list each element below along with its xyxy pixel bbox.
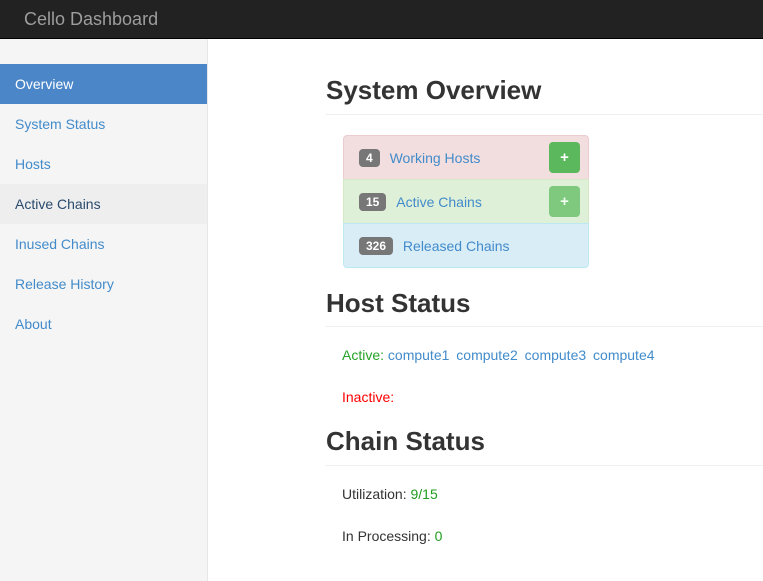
host-inactive-label: Inactive: xyxy=(342,389,395,406)
sidebar-item-active-chains[interactable]: Active Chains xyxy=(0,184,207,224)
sidebar-link-active-chains[interactable]: Active Chains xyxy=(0,184,207,224)
sidebar-item-hosts[interactable]: Hosts xyxy=(0,144,207,184)
sidebar: Overview System Status Hosts Active Chai… xyxy=(0,39,208,581)
sidebar-link-system-status[interactable]: System Status xyxy=(0,104,207,144)
list-item-active-chains[interactable]: 15 Active Chains + xyxy=(343,178,589,224)
host-active-label: Active: xyxy=(342,347,385,364)
sidebar-link-release-history[interactable]: Release History xyxy=(0,264,207,304)
system-overview-list: 4 Working Hosts + 15 Active Chains + 326… xyxy=(342,134,590,269)
chain-utilization-value: 9/15 xyxy=(410,485,438,502)
released-chains-badge: 326 xyxy=(359,236,394,255)
chain-status-header: Chain Status xyxy=(326,427,763,466)
content-inner: System Overview 4 Working Hosts + 15 Act… xyxy=(208,39,763,566)
active-chains-label[interactable]: Active Chains xyxy=(396,193,482,209)
working-hosts-label[interactable]: Working Hosts xyxy=(390,149,481,165)
system-overview-title: System Overview xyxy=(326,75,542,105)
sidebar-item-about[interactable]: About xyxy=(0,304,207,344)
chain-status-title: Chain Status xyxy=(326,426,485,457)
add-chain-button[interactable]: + xyxy=(549,185,580,217)
sidebar-item-inused-chains[interactable]: Inused Chains xyxy=(0,224,207,264)
host-link-compute2[interactable]: compute2 xyxy=(456,347,517,363)
chain-processing-value: 0 xyxy=(434,527,443,544)
list-item-released-chains[interactable]: 326 Released Chains xyxy=(343,222,589,268)
top-navbar: Cello Dashboard xyxy=(0,0,763,39)
system-overview-header: System Overview xyxy=(326,76,763,115)
sidebar-nav-list: Overview System Status Hosts Active Chai… xyxy=(0,64,207,344)
main-content: System Overview 4 Working Hosts + 15 Act… xyxy=(208,39,763,581)
chain-utilization-line: Utilization: 9/15 xyxy=(342,484,763,504)
host-active-list: compute1 compute2 compute3 compute4 xyxy=(388,347,655,363)
active-chains-badge: 15 xyxy=(359,192,387,211)
add-host-button[interactable]: + xyxy=(549,141,580,173)
host-status-active-line: Active: compute1 compute2 compute3 compu… xyxy=(342,345,763,365)
sidebar-link-inused-chains[interactable]: Inused Chains xyxy=(0,224,207,264)
host-status-header: Host Status xyxy=(326,287,763,328)
chain-status-block: Utilization: 9/15 In Processing: 0 xyxy=(342,484,763,546)
sidebar-item-system-status[interactable]: System Status xyxy=(0,104,207,144)
navbar-brand[interactable]: Cello Dashboard xyxy=(9,0,173,39)
sidebar-link-overview[interactable]: Overview xyxy=(0,64,207,104)
list-item-working-hosts[interactable]: 4 Working Hosts + xyxy=(343,134,589,180)
host-status-title: Host Status xyxy=(326,287,471,318)
working-hosts-badge: 4 xyxy=(359,148,380,167)
chain-processing-line: In Processing: 0 xyxy=(342,526,763,546)
host-status-inactive-line: Inactive: xyxy=(342,387,763,407)
chain-utilization-label: Utilization: xyxy=(342,485,407,502)
sidebar-item-overview[interactable]: Overview xyxy=(0,64,207,104)
chain-processing-label: In Processing: xyxy=(342,527,431,544)
host-link-compute3[interactable]: compute3 xyxy=(525,347,586,363)
host-status-block: Active: compute1 compute2 compute3 compu… xyxy=(342,345,763,407)
host-link-compute1[interactable]: compute1 xyxy=(388,347,449,363)
sidebar-link-about[interactable]: About xyxy=(0,304,207,344)
sidebar-link-hosts[interactable]: Hosts xyxy=(0,144,207,184)
host-link-compute4[interactable]: compute4 xyxy=(593,347,654,363)
released-chains-label[interactable]: Released Chains xyxy=(403,237,510,253)
sidebar-item-release-history[interactable]: Release History xyxy=(0,264,207,304)
